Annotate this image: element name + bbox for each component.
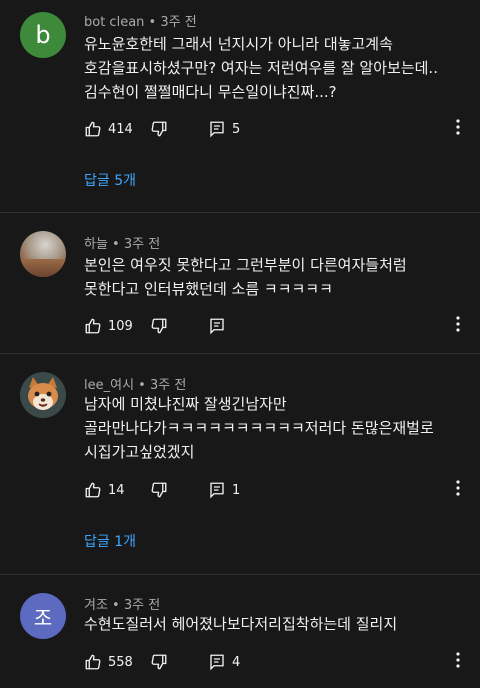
meta-separator: •: [144, 15, 161, 30]
thumbs-down-icon: [150, 120, 168, 138]
view-replies-link[interactable]: 답글 5개: [84, 170, 136, 190]
reply-count: 4: [232, 654, 241, 670]
thumbs-up-icon: [84, 120, 102, 138]
avatar[interactable]: [20, 372, 66, 418]
thumbs-up-icon: [84, 317, 102, 335]
like-button[interactable]: 109: [84, 314, 133, 338]
comment-icon: [208, 481, 226, 499]
like-count: 558: [108, 654, 133, 670]
comment-time[interactable]: 3주 전: [160, 15, 196, 30]
dislike-button[interactable]: [150, 314, 168, 338]
comment-time[interactable]: 3주 전: [150, 378, 186, 393]
more-vertical-icon: [456, 652, 460, 672]
reply-button[interactable]: 4: [208, 650, 240, 674]
meta-separator: •: [107, 598, 124, 613]
comment-actions: 414 5: [84, 117, 474, 141]
reply-count: 1: [232, 482, 241, 498]
comment-text: 남자에 미쳤냐진짜 잘생긴남자만 골라만나다가ㅋㅋㅋㅋㅋㅋㅋㅋㅋㅋ저러다 돈많은…: [84, 395, 434, 461]
more-button[interactable]: [450, 314, 466, 338]
comment-meta: 겨조 • 3주 전: [84, 594, 160, 613]
comment-meta: 하늘 • 3주 전: [84, 233, 160, 252]
comment-meta: lee_여시 • 3주 전: [84, 374, 186, 393]
avatar-letter: b: [35, 21, 51, 49]
comment-1: b bot clean • 3주 전 유노윤호한테 그래서 넌지시가 아니라 대…: [0, 0, 480, 212]
like-button[interactable]: 558: [84, 650, 133, 674]
comment-3: lee_여시 • 3주 전 남자에 미쳤냐진짜 잘생긴남자만 골라만나다가ㅋㅋㅋ…: [0, 354, 480, 574]
avatar[interactable]: 조: [20, 593, 66, 639]
dislike-button[interactable]: [150, 117, 168, 141]
dislike-button[interactable]: [150, 478, 168, 502]
more-button[interactable]: [450, 117, 466, 141]
like-count: 109: [108, 318, 133, 334]
author-name[interactable]: 하늘: [84, 237, 108, 252]
comment-meta: bot clean • 3주 전: [84, 11, 197, 30]
author-name[interactable]: bot clean: [84, 15, 144, 30]
like-button[interactable]: 414: [84, 117, 133, 141]
avatar[interactable]: b: [20, 12, 66, 58]
comment-actions: 558 4: [84, 650, 474, 674]
comment-2: 하늘 • 3주 전 본인은 여우짓 못한다고 그런부분이 다른여자들처럼 못한다…: [0, 213, 480, 353]
more-vertical-icon: [456, 119, 460, 139]
comment-actions: 109: [84, 314, 474, 338]
comment-time[interactable]: 3주 전: [124, 237, 160, 252]
like-button[interactable]: 14: [84, 478, 125, 502]
comment-text: 본인은 여우짓 못한다고 그런부분이 다른여자들처럼 못한다고 인터뷰했던데 소…: [84, 256, 407, 298]
cartoon-fox-avatar-image: [20, 372, 66, 418]
comment-4: 조 겨조 • 3주 전 수현도질러서 헤어졌나보다저리집착하는데 질리지 558…: [0, 575, 480, 688]
comment-actions: 14 1: [84, 478, 474, 502]
more-button[interactable]: [450, 650, 466, 674]
author-name[interactable]: 겨조: [84, 598, 108, 613]
comment-icon: [208, 653, 226, 671]
reply-button[interactable]: [208, 314, 226, 338]
more-button[interactable]: [450, 478, 466, 502]
dislike-button[interactable]: [150, 650, 168, 674]
comment-icon: [208, 120, 226, 138]
sky-photo-image: [20, 259, 66, 277]
comment-text: 수현도질러서 헤어졌나보다저리집착하는데 질리지: [84, 615, 398, 633]
reply-count: 5: [232, 121, 241, 137]
reply-button[interactable]: 1: [208, 478, 240, 502]
more-vertical-icon: [456, 316, 460, 336]
thumbs-down-icon: [150, 481, 168, 499]
thumbs-down-icon: [150, 653, 168, 671]
avatar[interactable]: [20, 231, 66, 277]
more-vertical-icon: [456, 480, 460, 500]
thumbs-up-icon: [84, 653, 102, 671]
meta-separator: •: [107, 237, 124, 252]
like-count: 14: [108, 482, 125, 498]
reply-button[interactable]: 5: [208, 117, 240, 141]
comment-icon: [208, 317, 226, 335]
author-name[interactable]: lee_여시: [84, 378, 134, 393]
comment-time[interactable]: 3주 전: [124, 598, 160, 613]
thumbs-up-icon: [84, 481, 102, 499]
thumbs-down-icon: [150, 317, 168, 335]
meta-separator: •: [134, 378, 150, 393]
like-count: 414: [108, 121, 133, 137]
avatar-letter: 조: [33, 605, 53, 630]
comment-text: 유노윤호한테 그래서 넌지시가 아니라 대놓고계속 호감을표시하셨구만? 여자는…: [84, 35, 438, 101]
view-replies-link[interactable]: 답글 1개: [84, 531, 136, 551]
